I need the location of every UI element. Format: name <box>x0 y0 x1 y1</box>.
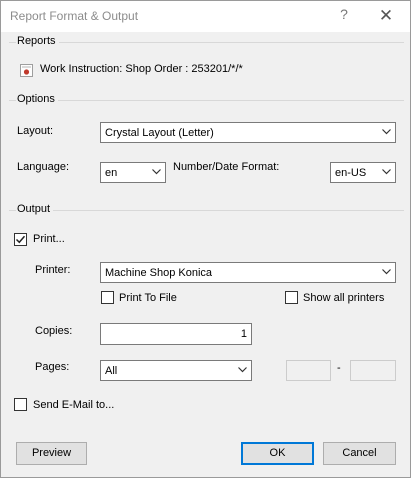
language-dropdown-value: en <box>105 167 118 179</box>
cancel-button[interactable]: Cancel <box>323 442 396 465</box>
send-email-checkbox[interactable] <box>14 398 27 411</box>
pages-label: Pages: <box>35 361 70 373</box>
ok-button[interactable]: OK <box>241 442 314 465</box>
show-all-printers-checkbox[interactable] <box>285 291 298 304</box>
layout-dropdown[interactable]: Crystal Layout (Letter) <box>100 122 396 143</box>
pages-dropdown-value: All <box>105 365 118 377</box>
copies-label: Copies: <box>35 325 73 337</box>
help-icon[interactable]: ? <box>336 6 352 26</box>
show-all-printers-label[interactable]: Show all printers <box>303 292 384 304</box>
layout-dropdown-value: Crystal Layout (Letter) <box>105 127 214 139</box>
options-group: Options <box>1 93 410 107</box>
title-bar: Report Format & Output ? ✕ <box>1 1 410 32</box>
report-item-label[interactable]: Work Instruction: Shop Order : 253201/*/… <box>40 63 243 75</box>
pages-dropdown[interactable]: All <box>100 360 252 381</box>
page-to-input[interactable] <box>350 360 396 381</box>
copies-value: 1 <box>240 328 247 340</box>
layout-label: Layout: <box>17 125 54 137</box>
printer-dropdown-value: Machine Shop Konica <box>105 267 213 279</box>
output-group-divider <box>9 210 404 211</box>
chevron-down-icon <box>382 169 391 175</box>
page-range-separator: - <box>337 362 341 374</box>
language-dropdown[interactable]: en <box>100 162 166 183</box>
reports-group-label: Reports <box>16 35 59 47</box>
output-group-label: Output <box>16 203 54 215</box>
number-date-format-dropdown-value: en-US <box>335 167 367 179</box>
number-date-format-label: Number/Date Format: <box>173 161 280 173</box>
print-to-file-label[interactable]: Print To File <box>119 292 177 304</box>
preview-button[interactable]: Preview <box>16 442 87 465</box>
chevron-down-icon <box>238 367 247 373</box>
report-format-output-dialog: Report Format & Output ? ✕ Reports Work … <box>0 0 411 478</box>
chevron-down-icon <box>382 269 391 275</box>
close-icon[interactable]: ✕ <box>375 6 397 26</box>
report-icon <box>20 64 33 77</box>
copies-input[interactable]: 1 <box>100 323 252 345</box>
language-label: Language: <box>17 161 69 173</box>
window-title: Report Format & Output <box>10 9 139 23</box>
reports-group: Reports <box>1 35 410 49</box>
checkmark-icon <box>15 235 26 244</box>
print-to-file-checkbox[interactable] <box>101 291 114 304</box>
printer-dropdown[interactable]: Machine Shop Konica <box>100 262 396 283</box>
reports-group-divider <box>9 42 404 43</box>
page-from-input[interactable] <box>286 360 331 381</box>
options-group-divider <box>9 100 404 101</box>
print-label[interactable]: Print... <box>33 233 65 245</box>
number-date-format-dropdown[interactable]: en-US <box>330 162 396 183</box>
options-group-label: Options <box>16 93 58 105</box>
print-checkbox[interactable] <box>14 233 27 246</box>
printer-label: Printer: <box>35 264 71 276</box>
output-group: Output <box>1 203 410 217</box>
chevron-down-icon <box>152 169 161 175</box>
send-email-label[interactable]: Send E-Mail to... <box>33 399 114 411</box>
chevron-down-icon <box>382 129 391 135</box>
